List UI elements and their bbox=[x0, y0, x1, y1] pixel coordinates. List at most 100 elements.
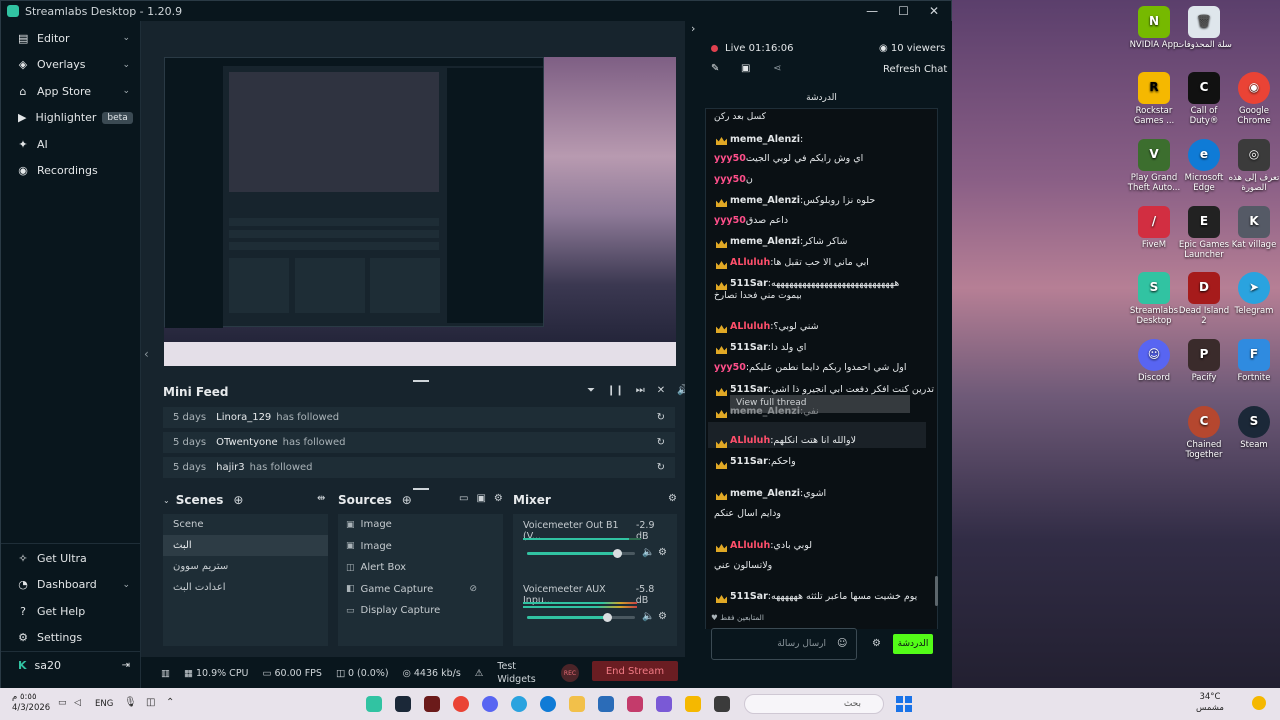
source-item[interactable]: ▣ Image bbox=[338, 514, 503, 536]
speaker-icon[interactable]: 🔈 bbox=[642, 611, 654, 622]
replay-icon[interactable]: ↻ bbox=[657, 437, 665, 448]
scene-transition-icon[interactable]: ⇹ bbox=[317, 493, 325, 504]
source-item[interactable]: ◧ Game Capture ⊘ bbox=[338, 579, 503, 601]
end-stream-button[interactable]: End Stream bbox=[592, 661, 678, 681]
test-widgets-button[interactable]: Test Widgets bbox=[497, 660, 549, 687]
add-source-icon[interactable]: ⊕ bbox=[402, 493, 412, 507]
collapse-left-icon[interactable]: ‹ bbox=[144, 347, 149, 361]
chat-username[interactable]: meme_Alenzi bbox=[730, 488, 800, 499]
scene-item[interactable]: اعدادت البث bbox=[163, 577, 328, 598]
warning-icon[interactable]: ⚠ bbox=[475, 668, 484, 679]
add-scene-icon[interactable]: ⊕ bbox=[233, 493, 243, 507]
google-chrome-icon[interactable]: ◉ Google Chrome bbox=[1226, 72, 1280, 127]
gta-v-icon[interactable]: V Play Grand Theft Auto... bbox=[1126, 139, 1182, 194]
edit-icon[interactable]: ✎ bbox=[711, 63, 719, 74]
user-account[interactable]: Ksa20 ⇥ bbox=[1, 651, 140, 679]
sidebar-item-overlays[interactable]: ◈ Overlays ⌄ bbox=[1, 52, 140, 79]
epic-games-icon[interactable]: E Epic Games Launcher bbox=[1176, 206, 1232, 261]
chat-username[interactable]: ALluluh bbox=[730, 435, 770, 446]
chat-username[interactable]: 511Sar bbox=[730, 278, 768, 289]
volume-slider[interactable] bbox=[527, 613, 635, 622]
sidebar-item-settings[interactable]: ⚙ Settings bbox=[1, 625, 140, 652]
chevron-down-icon[interactable]: ⌄ bbox=[122, 86, 130, 96]
copilot-taskbar-icon[interactable] bbox=[656, 696, 672, 712]
sidebar-item-get-ultra[interactable]: ✧ Get Ultra bbox=[1, 545, 140, 572]
file-explorer-taskbar-icon[interactable] bbox=[569, 696, 585, 712]
chat-send-button[interactable]: الدردشة bbox=[893, 634, 933, 654]
call-of-duty-icon[interactable]: C Call of Duty® bbox=[1176, 72, 1232, 127]
store-taskbar-icon[interactable] bbox=[598, 696, 614, 712]
chat-settings-icon[interactable]: ⚙ bbox=[872, 638, 881, 649]
nvidia-app-icon[interactable]: N NVIDIA App bbox=[1126, 6, 1182, 51]
maximize-icon[interactable]: ☐ bbox=[898, 4, 909, 18]
discord-taskbar-icon[interactable] bbox=[482, 696, 498, 712]
kat-village-icon[interactable]: K Kat village bbox=[1226, 206, 1280, 251]
telegram-taskbar-icon[interactable] bbox=[511, 696, 527, 712]
scene-item[interactable]: ستريم سوون bbox=[163, 556, 328, 577]
chrome-taskbar-icon[interactable] bbox=[453, 696, 469, 712]
fivem-icon[interactable]: / FiveM bbox=[1126, 206, 1182, 251]
rec-button[interactable]: REC bbox=[561, 664, 579, 682]
source-item[interactable]: ◫ Alert Box bbox=[338, 557, 503, 579]
source-folder-icon[interactable]: ▣ bbox=[476, 493, 485, 504]
clock[interactable]: ٥:٥٥ م 4/3/2026 bbox=[12, 692, 50, 714]
discord-icon[interactable]: ☺ Discord bbox=[1126, 339, 1182, 384]
chat-username[interactable]: yyy50 bbox=[714, 174, 746, 185]
fortnite-icon[interactable]: F Fortnite bbox=[1226, 339, 1280, 384]
hidden-eye-icon[interactable]: ⊘ bbox=[469, 584, 477, 594]
minimize-icon[interactable]: — bbox=[866, 4, 878, 18]
taskbar-search[interactable]: بحث bbox=[744, 694, 884, 714]
chat-username[interactable]: ALluluh bbox=[730, 257, 770, 268]
chat-username[interactable]: meme_Alenzi bbox=[730, 134, 800, 145]
sidebar-item-get-help[interactable]: ? Get Help bbox=[1, 598, 140, 625]
logout-icon[interactable]: ⇥ bbox=[122, 660, 130, 671]
dead-island-icon[interactable]: D Dead Island 2 bbox=[1176, 272, 1232, 327]
scene-item-selected[interactable]: البث bbox=[163, 535, 328, 556]
chat-username[interactable]: 511Sar bbox=[730, 591, 768, 602]
stream-preview[interactable] bbox=[164, 57, 676, 366]
chat-username[interactable]: yyy50 bbox=[714, 153, 746, 164]
refresh-chat-button[interactable]: Refresh Chat bbox=[883, 64, 947, 75]
language-indicator[interactable]: ENG bbox=[95, 699, 113, 709]
sidebar-item-app-store[interactable]: ⌂ App Store ⌄ bbox=[1, 78, 140, 105]
telegram-icon[interactable]: ➤ Telegram bbox=[1226, 272, 1280, 317]
source-item[interactable]: ▣ Image bbox=[338, 536, 503, 558]
mute-alerts-icon[interactable]: ✕ bbox=[657, 385, 665, 396]
chat-username[interactable]: ALluluh bbox=[730, 540, 770, 551]
collapse-chat-icon[interactable]: › bbox=[691, 22, 695, 35]
skip-icon[interactable]: ⏭ bbox=[636, 385, 645, 396]
chat-username[interactable]: 511Sar bbox=[730, 456, 768, 467]
sidebar-item-dashboard[interactable]: ◔ Dashboard ⌄ bbox=[1, 572, 140, 599]
close-icon[interactable]: ✕ bbox=[929, 4, 939, 18]
emoji-icon[interactable]: ☺ bbox=[837, 638, 847, 649]
sidebar-item-ai[interactable]: ✦ AI bbox=[1, 131, 140, 158]
clip-icon[interactable]: ▣ bbox=[741, 63, 750, 74]
volume-slider[interactable] bbox=[527, 549, 635, 558]
chat-username[interactable]: yyy50 bbox=[714, 215, 746, 226]
streamlabs-taskbar-icon[interactable] bbox=[366, 696, 382, 712]
drag-handle[interactable] bbox=[413, 488, 429, 490]
speaker-icon[interactable]: 🔈 bbox=[642, 547, 654, 558]
pause-icon[interactable]: ❙❙ bbox=[607, 385, 624, 396]
chat-username[interactable]: meme_Alenzi bbox=[730, 406, 800, 417]
drag-handle[interactable] bbox=[413, 380, 429, 382]
weather-widget[interactable]: 34°C مشمس bbox=[1196, 692, 1224, 714]
chevron-down-icon[interactable]: ⌄ bbox=[122, 33, 130, 43]
app-taskbar-icon[interactable] bbox=[627, 696, 643, 712]
source-item[interactable]: ▭ Display Capture bbox=[338, 600, 503, 622]
task-view-taskbar-icon[interactable] bbox=[714, 696, 730, 712]
channel-settings-icon[interactable]: ⚙ bbox=[658, 611, 667, 622]
stats-icon[interactable]: ▥ bbox=[161, 668, 170, 679]
rockstar-games-icon[interactable]: R Rockstar Games ... bbox=[1126, 72, 1182, 127]
share-icon[interactable]: ⋖ bbox=[773, 63, 781, 74]
tray-app-icon[interactable]: ◫ bbox=[146, 697, 155, 708]
microphone-icon[interactable]: 🎙 bbox=[124, 697, 137, 708]
chevron-down-icon[interactable]: ⌄ bbox=[122, 580, 130, 590]
channel-settings-icon[interactable]: ⚙ bbox=[658, 547, 667, 558]
pacify-icon[interactable]: P Pacify bbox=[1176, 339, 1232, 384]
sidebar-item-editor[interactable]: ▤ Editor ⌄ bbox=[1, 25, 140, 52]
sidebar-item-highlighter[interactable]: ▶ Highlighter beta bbox=[1, 105, 140, 132]
chat-input[interactable]: ارسال رسالة bbox=[711, 628, 857, 660]
replay-icon[interactable]: ↻ bbox=[657, 462, 665, 473]
chat-username[interactable]: yyy50 bbox=[714, 362, 746, 373]
